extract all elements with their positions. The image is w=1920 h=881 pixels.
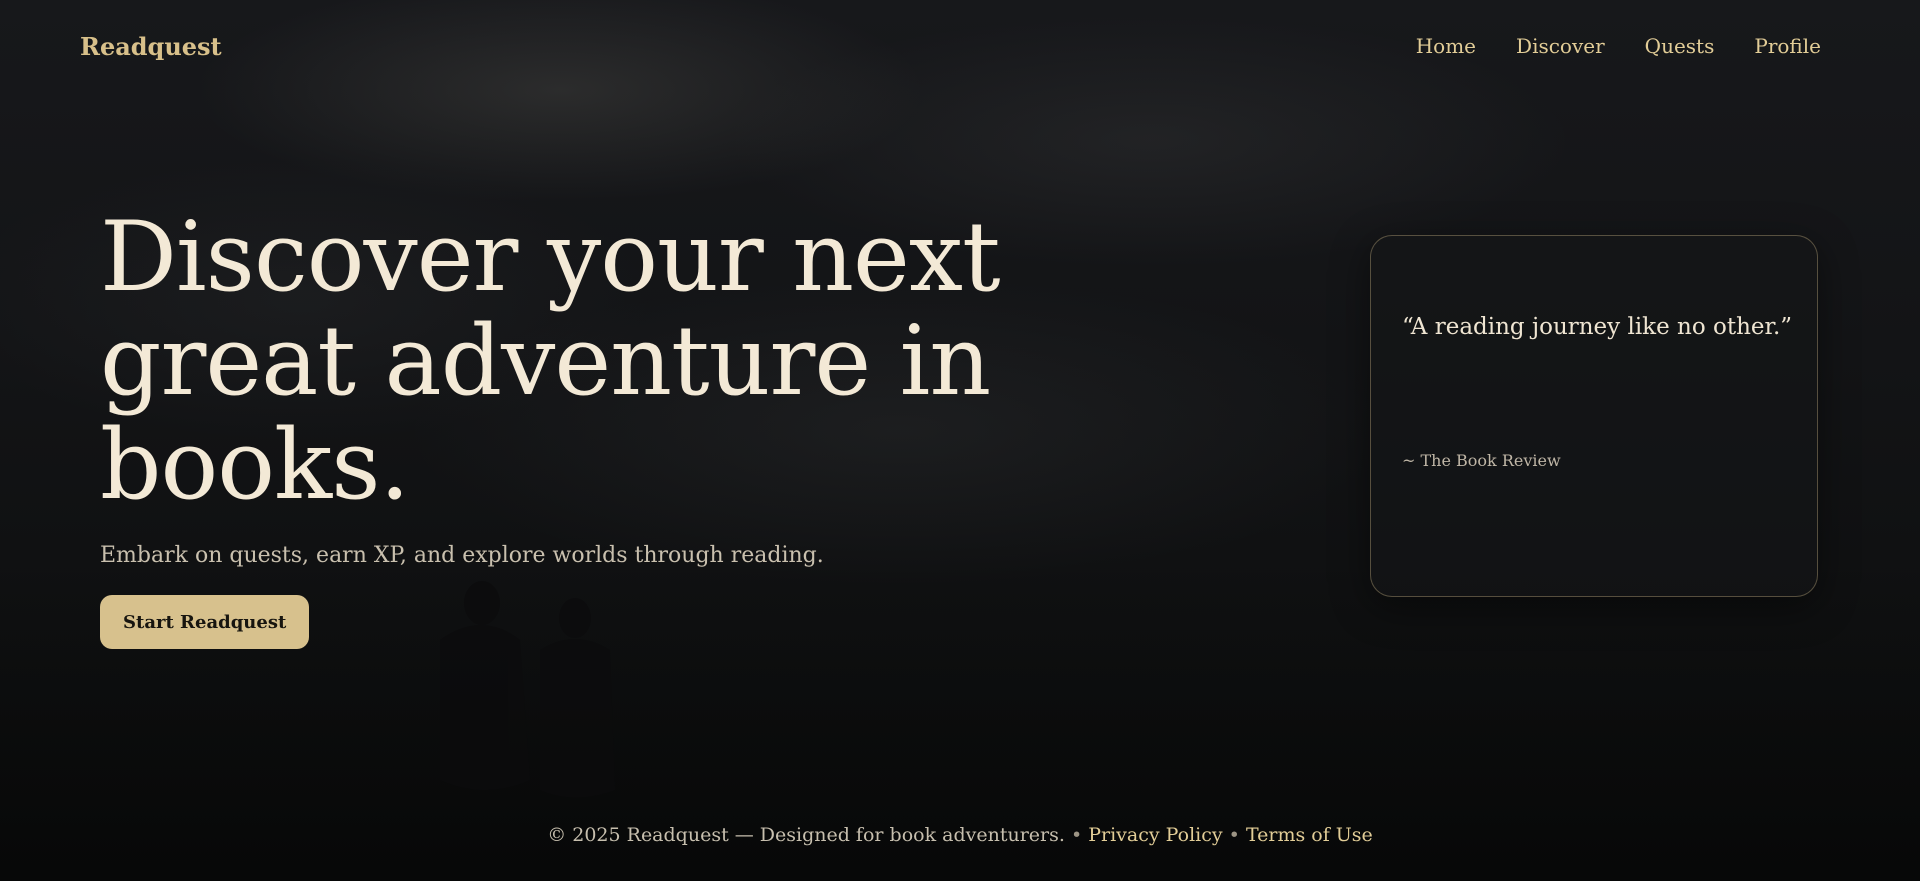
footer-separator: • <box>1228 824 1240 846</box>
footer: © 2025 Readquest — Designed for book adv… <box>0 824 1920 846</box>
brand-logo[interactable]: Readquest <box>80 32 222 61</box>
privacy-policy-link[interactable]: Privacy Policy <box>1088 824 1222 846</box>
nav-quests[interactable]: Quests <box>1645 34 1715 58</box>
hero-title: Discover your next great adventure in bo… <box>100 201 1001 521</box>
quote-card: “A reading journey like no other.” ~ The… <box>1370 235 1818 597</box>
landing-page: Readquest Home Discover Quests Profile D… <box>0 0 1920 881</box>
quote-source: ~ The Book Review <box>1402 451 1561 470</box>
start-readquest-button[interactable]: Start Readquest <box>100 595 310 649</box>
nav-discover[interactable]: Discover <box>1516 34 1605 58</box>
quote-text: “A reading journey like no other.” <box>1402 314 1793 340</box>
main-nav: Home Discover Quests Profile <box>1416 34 1821 58</box>
footer-copyright: © 2025 Readquest — Designed for book adv… <box>547 824 1065 846</box>
nav-profile[interactable]: Profile <box>1754 34 1821 58</box>
hero-subtitle: Embark on quests, earn XP, and explore w… <box>100 543 824 568</box>
terms-of-use-link[interactable]: Terms of Use <box>1246 824 1373 846</box>
nav-home[interactable]: Home <box>1416 34 1476 58</box>
footer-separator: • <box>1070 824 1083 846</box>
